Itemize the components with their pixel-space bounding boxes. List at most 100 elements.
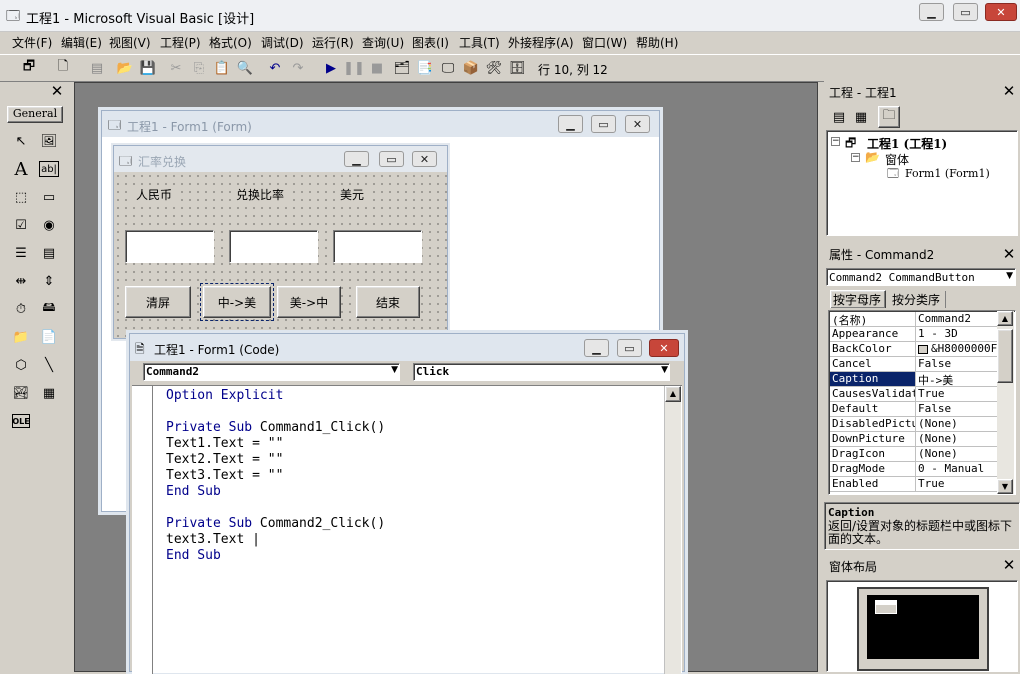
form-layout-icon[interactable]: 🖵 <box>437 57 459 79</box>
menu-project[interactable]: 工程(P) <box>160 34 201 51</box>
combobox-icon[interactable]: ☰ <box>10 242 32 264</box>
pause-icon[interactable]: ❚❚ <box>343 57 365 79</box>
commandbutton-icon[interactable]: ▭ <box>38 186 60 208</box>
vscrollbar-icon[interactable]: ⇕ <box>38 270 60 292</box>
property-row[interactable]: Cancel False <box>830 357 997 372</box>
drivelistbox-icon[interactable]: 🖴 <box>38 298 60 320</box>
label-usd[interactable]: 美元 <box>336 186 369 203</box>
view-code-icon[interactable]: ▤ <box>828 106 850 128</box>
label-rmb[interactable]: 人民币 <box>132 186 177 203</box>
paste-icon[interactable]: 📋 <box>211 57 233 79</box>
form-designer-minimize[interactable]: ▁ <box>558 115 583 133</box>
toolbox-close-icon[interactable]: ✕ <box>48 82 66 100</box>
scroll-up-icon[interactable]: ▲ <box>665 386 681 402</box>
add-form-icon[interactable]: 🗋 <box>52 57 74 79</box>
properties-close-icon[interactable]: ✕ <box>1000 245 1018 263</box>
exit-button[interactable]: 结束 <box>356 286 420 318</box>
optionbutton-icon[interactable]: ◉ <box>38 214 60 236</box>
object-select-arrow-icon[interactable]: ▼ <box>1006 271 1013 281</box>
menu-help[interactable]: 帮助(H) <box>636 34 678 51</box>
project-explorer-icon[interactable]: 🗂 <box>391 57 413 79</box>
menu-file[interactable]: 文件(F) <box>12 34 52 51</box>
code-editor[interactable]: Option Explicit Private Sub Command1_Cli… <box>132 385 682 674</box>
toggle-folders-icon[interactable]: 🗀 <box>878 106 900 128</box>
menu-window[interactable]: 窗口(W) <box>582 34 627 51</box>
redo-icon[interactable]: ↷ <box>287 57 309 79</box>
picturebox-icon[interactable]: 🖼 <box>38 130 60 152</box>
text1-input[interactable] <box>125 230 214 263</box>
procedure-dropdown[interactable]: Click ▼ <box>413 363 670 381</box>
code-vscrollbar[interactable]: ▲ <box>664 386 681 674</box>
ole-icon[interactable]: OLE <box>12 414 30 428</box>
toolbox-tab[interactable]: General <box>7 106 63 123</box>
menu-query[interactable]: 查询(U) <box>362 34 404 51</box>
cny-to-usd-button[interactable]: 中->美 <box>200 283 274 321</box>
undo-icon[interactable]: ↶ <box>264 57 286 79</box>
procedure-dropdown-arrow-icon[interactable]: ▼ <box>661 365 668 375</box>
menu-addins[interactable]: 外接程序(A) <box>508 34 574 51</box>
property-row[interactable]: BackColor &H8000000F <box>830 342 997 357</box>
project-close-icon[interactable]: ✕ <box>1000 82 1018 100</box>
open-icon[interactable]: 📂 <box>114 57 136 79</box>
checkbox-icon[interactable]: ☑ <box>10 214 32 236</box>
tree-collapse-icon[interactable]: − <box>831 137 840 146</box>
property-vscrollbar[interactable]: ▲ ▼ <box>997 311 1014 494</box>
menu-debug[interactable]: 调试(D) <box>261 34 304 51</box>
shape-icon[interactable]: ⬡ <box>10 354 32 376</box>
form-position-preview[interactable] <box>875 600 897 614</box>
close-button[interactable]: ✕ <box>985 3 1017 21</box>
property-row-selected[interactable]: Caption 中->美 <box>830 372 997 387</box>
property-row[interactable]: Enabled True <box>830 477 997 492</box>
property-row[interactable]: DisabledPictur (None) <box>830 417 997 432</box>
listbox-icon[interactable]: ▤ <box>38 242 60 264</box>
property-row[interactable]: DownPicture (None) <box>830 432 997 447</box>
prop-scroll-up-icon[interactable]: ▲ <box>997 311 1013 326</box>
filelistbox-icon[interactable]: 📄 <box>38 326 60 348</box>
tab-categorized[interactable]: 按分类序 <box>890 291 946 308</box>
usd-to-cny-button[interactable]: 美->中 <box>277 286 341 318</box>
form1-node[interactable]: Form1 (Form1) <box>905 167 990 180</box>
line-icon[interactable]: ╲ <box>38 354 60 376</box>
menu-tools[interactable]: 工具(T) <box>459 34 500 51</box>
object-dropdown[interactable]: Command2 ▼ <box>143 363 400 381</box>
property-row[interactable]: DragMode 0 - Manual <box>830 462 997 477</box>
cut-icon[interactable]: ✂ <box>165 57 187 79</box>
code-window-minimize[interactable]: ▁ <box>584 339 609 357</box>
menu-format[interactable]: 格式(O) <box>209 34 252 51</box>
add-project-icon[interactable]: 🗗 <box>18 57 40 79</box>
hscrollbar-icon[interactable]: ⇹ <box>10 270 32 292</box>
vb-form[interactable]: 🗔 汇率兑换 ▁ ▭ ✕ 人民币 兑换比率 美元 清屏 中->美 美->中 结束 <box>113 145 448 339</box>
image-icon[interactable]: 🏞 <box>10 382 32 404</box>
properties-window-icon[interactable]: 📑 <box>414 57 436 79</box>
menu-run[interactable]: 运行(R) <box>312 34 354 51</box>
tree-collapse-icon[interactable]: − <box>851 153 860 162</box>
stop-icon[interactable]: ■ <box>366 57 388 79</box>
tab-alphabetic[interactable]: 按字母序 <box>830 290 886 308</box>
property-row[interactable]: (名称) Command2 <box>830 312 997 327</box>
data-icon[interactable]: ▦ <box>38 382 60 404</box>
form-designer-maximize[interactable]: ▭ <box>591 115 616 133</box>
pointer-icon[interactable]: ↖ <box>10 130 32 152</box>
save-icon[interactable]: 💾 <box>137 57 159 79</box>
textbox-icon[interactable]: ab| <box>39 161 59 177</box>
maximize-button[interactable]: ▭ <box>953 3 978 21</box>
property-row[interactable]: CausesValidati True <box>830 387 997 402</box>
view-object-icon[interactable]: ▦ <box>850 106 872 128</box>
property-row[interactable]: Appearance 1 - 3D <box>830 327 997 342</box>
code-window-maximize[interactable]: ▭ <box>617 339 642 357</box>
prop-scroll-thumb[interactable] <box>997 329 1013 383</box>
object-browser-icon[interactable]: 📦 <box>460 57 482 79</box>
clear-button[interactable]: 清屏 <box>125 286 191 318</box>
property-row[interactable]: DragIcon (None) <box>830 447 997 462</box>
menu-edit[interactable]: 编辑(E) <box>61 34 102 51</box>
copy-icon[interactable]: ⎘ <box>188 57 210 79</box>
frame-icon[interactable]: ⬚ <box>10 186 32 208</box>
timer-icon[interactable]: ⏱ <box>10 298 32 320</box>
text3-input[interactable] <box>333 230 422 263</box>
menu-view[interactable]: 视图(V) <box>109 34 151 51</box>
form-designer-close[interactable]: ✕ <box>625 115 650 133</box>
object-select[interactable]: Command2 CommandButton ▼ <box>826 268 1016 286</box>
object-dropdown-arrow-icon[interactable]: ▼ <box>391 365 398 375</box>
code-window[interactable]: 🗎 工程1 - Form1 (Code) ▁ ▭ ✕ Command2 ▼ Cl… <box>129 333 685 674</box>
text2-input[interactable] <box>229 230 318 263</box>
